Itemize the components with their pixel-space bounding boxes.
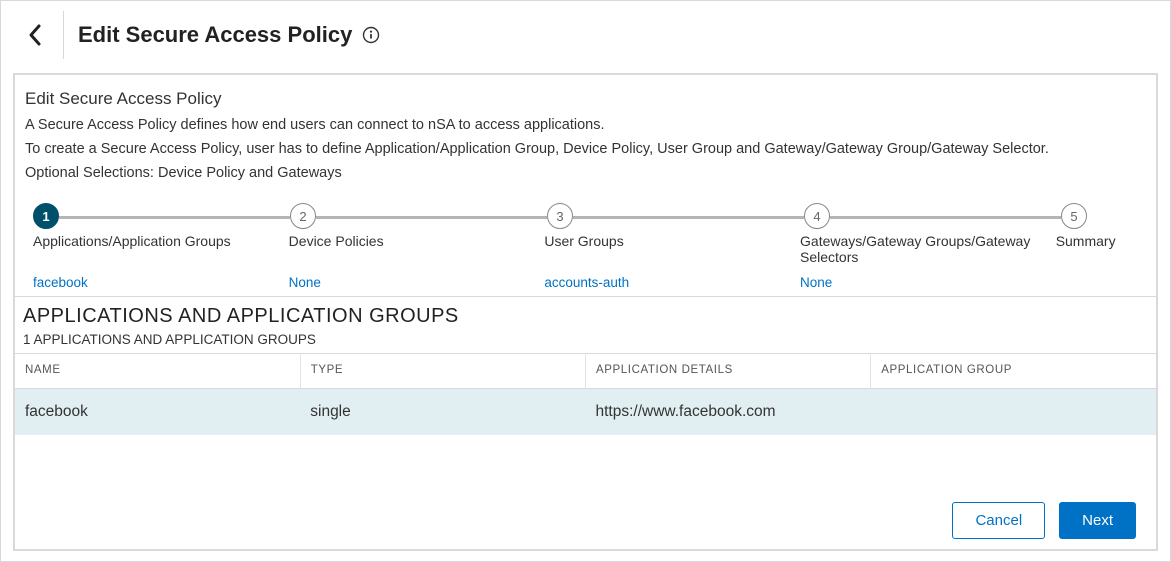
step-circle-2: 2: [290, 203, 316, 229]
step-value-4[interactable]: None: [800, 275, 1056, 290]
section-title: APPLICATIONS AND APPLICATION GROUPS: [23, 305, 1156, 328]
page-title-text: Edit Secure Access Policy: [78, 22, 352, 48]
step-label-1: Applications/Application Groups: [33, 233, 289, 265]
step-value-5[interactable]: [1056, 275, 1138, 290]
cell-group: [871, 389, 1156, 436]
step-4[interactable]: 4: [804, 203, 1061, 229]
col-header-application-details[interactable]: APPLICATION DETAILS: [586, 354, 871, 389]
step-connector: [316, 216, 547, 219]
col-header-type[interactable]: TYPE: [300, 354, 585, 389]
app-table: NAMETYPEAPPLICATION DETAILSAPPLICATION G…: [15, 353, 1156, 435]
step-label-5: Summary: [1056, 233, 1138, 265]
step-value-3[interactable]: accounts-auth: [544, 275, 800, 290]
step-connector: [573, 216, 804, 219]
next-button[interactable]: Next: [1059, 502, 1136, 539]
chevron-left-icon: [27, 23, 43, 47]
step-value-2[interactable]: None: [289, 275, 545, 290]
cell-type: single: [300, 389, 585, 436]
step-1[interactable]: 1: [33, 203, 290, 229]
section-subtitle: 1 APPLICATIONS AND APPLICATION GROUPS: [23, 332, 1156, 347]
header-divider: [63, 11, 64, 59]
col-header-name[interactable]: NAME: [15, 354, 300, 389]
step-5[interactable]: 5: [1061, 203, 1138, 229]
step-value-1[interactable]: facebook: [33, 275, 289, 290]
section-divider: [15, 296, 1156, 297]
cancel-button[interactable]: Cancel: [952, 502, 1045, 539]
content-panel: Edit Secure Access Policy A Secure Acces…: [13, 73, 1158, 551]
cell-details: https://www.facebook.com: [586, 389, 871, 436]
step-circle-1: 1: [33, 203, 59, 229]
intro-line1: A Secure Access Policy defines how end u…: [25, 115, 1146, 136]
intro-line3: Optional Selections: Device Policy and G…: [25, 163, 1146, 184]
step-label-4: Gateways/Gateway Groups/Gateway Selector…: [800, 233, 1056, 265]
step-circle-4: 4: [804, 203, 830, 229]
stepper: 1 2 3 4 5 Applications/Application GroupsDev…: [33, 203, 1138, 290]
step-connector: [59, 216, 290, 219]
intro-block: Edit Secure Access Policy A Secure Acces…: [15, 75, 1156, 195]
table-row[interactable]: facebooksinglehttps://www.facebook.com: [15, 389, 1156, 436]
cell-name: facebook: [15, 389, 300, 436]
intro-line2: To create a Secure Access Policy, user h…: [25, 139, 1146, 160]
info-icon[interactable]: [362, 26, 380, 44]
table-header-row: NAMETYPEAPPLICATION DETAILSAPPLICATION G…: [15, 354, 1156, 389]
step-connector: [830, 216, 1061, 219]
step-label-2: Device Policies: [289, 233, 545, 265]
back-button[interactable]: [21, 15, 49, 55]
intro-heading: Edit Secure Access Policy: [25, 89, 1146, 109]
footer-buttons: Cancel Next: [952, 502, 1136, 539]
step-3[interactable]: 3: [547, 203, 804, 229]
step-circle-5: 5: [1061, 203, 1087, 229]
step-2[interactable]: 2: [290, 203, 547, 229]
step-label-3: User Groups: [544, 233, 800, 265]
step-circle-3: 3: [547, 203, 573, 229]
header: Edit Secure Access Policy: [1, 1, 1170, 73]
page-title: Edit Secure Access Policy: [78, 22, 380, 48]
col-header-application-group[interactable]: APPLICATION GROUP: [871, 354, 1156, 389]
